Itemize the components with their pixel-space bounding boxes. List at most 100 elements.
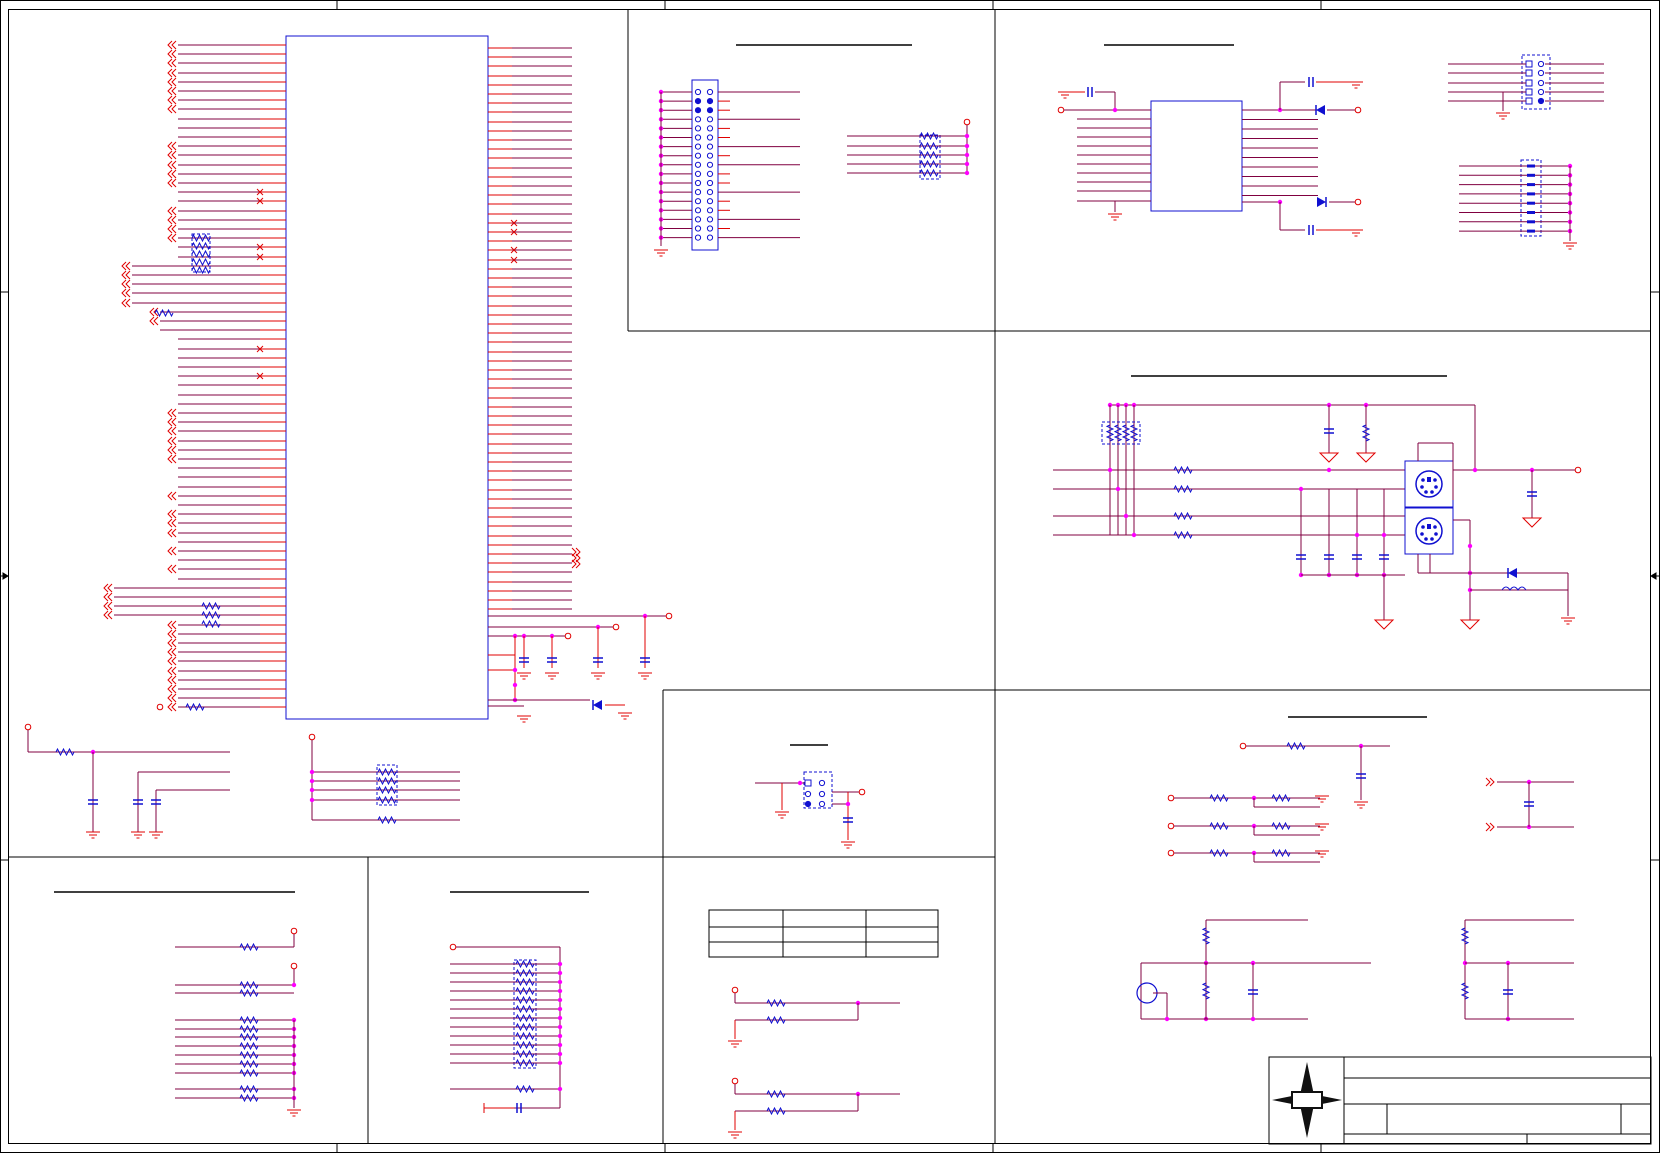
resistor — [515, 1084, 535, 1094]
resistor — [239, 1059, 259, 1069]
junction-dot — [1472, 467, 1478, 473]
super-io-chip — [103, 35, 581, 720]
connector-pin — [706, 234, 714, 241]
din-key — [1427, 477, 1431, 482]
diode-icon — [1315, 105, 1325, 115]
capacitor — [1087, 87, 1093, 97]
net-terminal — [1239, 742, 1247, 750]
ps2-wiring — [1053, 402, 1582, 630]
din-pin — [1433, 478, 1437, 482]
junction-dot — [557, 988, 563, 994]
offpage-connector-icon — [121, 279, 131, 289]
din-pin — [1434, 532, 1438, 536]
ground-icon — [728, 1131, 742, 1139]
offpage-connector-icon — [167, 233, 177, 243]
sheet-border — [0, 0, 1660, 1153]
connector-pin — [694, 88, 702, 96]
resistor — [515, 968, 535, 978]
junction-dot — [1467, 543, 1473, 549]
net-terminal — [308, 733, 316, 741]
din-pin — [1420, 485, 1424, 489]
pullup-resistors — [449, 891, 589, 1113]
ps2-connector-top — [1404, 460, 1454, 508]
super-io-left-pins — [103, 40, 286, 712]
junction-dot — [1354, 532, 1360, 538]
junction-dot — [557, 1051, 563, 1057]
resistor — [766, 1106, 786, 1116]
offpage-connector-icon — [167, 684, 177, 694]
net-terminal — [1354, 106, 1362, 114]
ground-icon — [1058, 91, 1072, 99]
offpage-connector-icon — [167, 68, 177, 78]
net-terminal — [1167, 849, 1175, 857]
offpage-connector-icon — [167, 215, 177, 225]
connector-pin — [694, 107, 702, 114]
header-pin — [1525, 60, 1533, 68]
resistor — [377, 767, 397, 777]
net-terminal — [612, 623, 620, 631]
offpage-connector-icon — [571, 559, 581, 569]
resistor — [1209, 793, 1229, 803]
offpage-connector-icon — [167, 160, 177, 170]
ground-icon — [841, 841, 855, 849]
company-logo-icon — [1272, 1062, 1342, 1138]
resistor — [239, 1050, 259, 1060]
capacitor — [1308, 77, 1314, 87]
connector-pin — [694, 207, 702, 214]
resistor — [515, 1049, 535, 1059]
resistor — [239, 980, 259, 990]
jumper-pin — [818, 790, 826, 798]
offpage-connector-icon — [167, 150, 177, 160]
ground-icon — [517, 715, 531, 723]
offpage-connector-icon — [167, 445, 177, 455]
junction-dot — [557, 1086, 563, 1092]
jumper — [755, 744, 866, 849]
offpage-connector-icon — [167, 638, 177, 648]
ground-icon — [86, 831, 100, 839]
connector-pin — [694, 98, 702, 105]
net-terminal — [24, 723, 32, 731]
junction-dot — [309, 769, 315, 775]
super-io-right-pins — [488, 47, 581, 610]
resistor — [239, 988, 259, 998]
junction-dot — [964, 161, 970, 167]
junction-dot — [1326, 467, 1332, 473]
resistor — [1173, 484, 1193, 494]
connector-pin — [706, 98, 714, 105]
junction-dot — [964, 133, 970, 139]
resistor — [1173, 530, 1193, 540]
ground-icon — [287, 1109, 301, 1117]
connector-pin — [694, 216, 702, 223]
header-pin — [1537, 97, 1545, 105]
resistor — [377, 776, 397, 786]
option-resistors — [728, 986, 900, 1139]
junction-dot — [1298, 486, 1304, 492]
ground-icon — [131, 831, 145, 839]
net-terminal — [1354, 198, 1362, 206]
header-pin — [1525, 69, 1533, 77]
junction-dot — [557, 1006, 563, 1012]
offpage-connector-icon — [167, 656, 177, 666]
offpage-connector-icon — [167, 528, 177, 538]
connector-pin — [694, 234, 702, 241]
ground-icon — [1459, 619, 1481, 630]
header-pin — [1537, 69, 1545, 77]
net-terminal — [731, 986, 739, 994]
offpage-connector-icon — [167, 426, 177, 436]
resistor — [919, 141, 939, 151]
junction-dot — [1381, 532, 1387, 538]
jumper-wiring — [755, 771, 866, 849]
resistor — [1121, 424, 1131, 442]
junction-dot — [964, 170, 970, 176]
resistor — [515, 977, 535, 987]
resistor — [1129, 424, 1139, 442]
mini-din-icon — [1415, 517, 1443, 545]
offpage-connector-icon — [167, 178, 177, 188]
offpage-connector-icon — [149, 316, 159, 326]
jumper-pin — [804, 779, 812, 787]
resistor — [239, 1041, 259, 1051]
diode-icon — [1507, 568, 1517, 578]
resistor — [515, 1004, 535, 1014]
ground-icon — [1373, 619, 1395, 630]
ground-icon — [618, 712, 632, 720]
